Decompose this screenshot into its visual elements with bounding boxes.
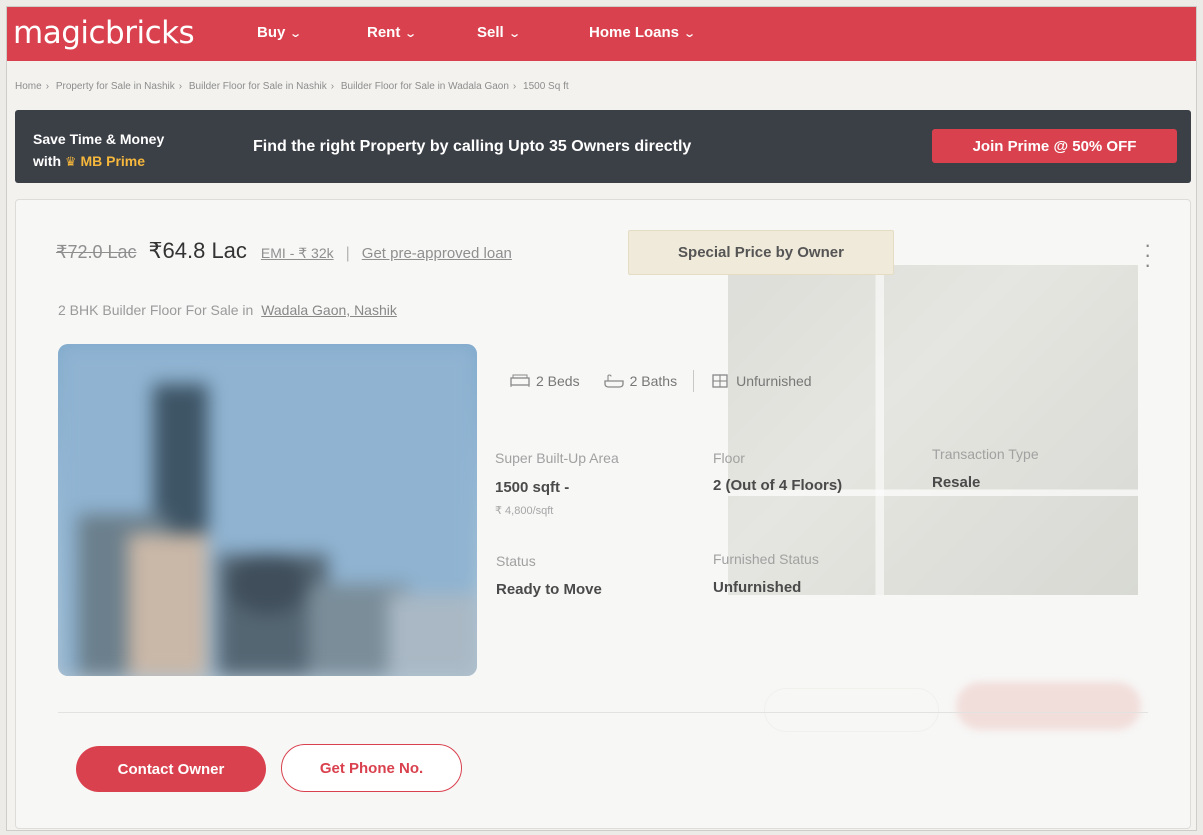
top-navigation: magicbricks Buy ⌄ Rent ⌄ Sell ⌄ Home Loa… [7,7,1196,61]
browser-viewport: magicbricks Buy ⌄ Rent ⌄ Sell ⌄ Home Loa… [6,6,1197,831]
breadcrumb-separator: › [45,81,50,92]
background-photo [728,265,1138,595]
transaction-value: Resale [932,474,981,491]
furnishing-label: Unfurnished [736,373,812,389]
transaction-label: Transaction Type [932,446,1039,462]
breadcrumb: Home › Property for Sale in Nashik › Build… [15,81,915,92]
property-type: 2 BHK Builder Floor For Sale in [58,302,254,318]
nav-sell-label: Sell [477,24,504,41]
chevron-down-icon: ⌄ [507,28,521,40]
chevron-down-icon: ⌄ [683,28,697,40]
breadcrumb-item[interactable]: Builder Floor for Sale in Wadala Gaon [341,81,509,92]
current-price: ₹64.8 Lac [148,238,247,263]
blurred-secondary-button [764,688,939,732]
furnishing-icon [712,374,728,388]
price-separator: | [345,245,350,262]
baths-label: 2 Baths [629,373,678,389]
furnished-status-label: Furnished Status [713,551,819,567]
blurred-primary-button [956,682,1141,730]
locality-link[interactable]: Wadala Gaon, Nashik [261,302,397,318]
property-photo[interactable] [58,344,477,676]
prime-tagline-line2: with ♛ MB Prime [33,150,164,173]
nav-rent[interactable]: Rent ⌄ [367,24,418,41]
card-divider [58,712,1148,713]
floor-label: Floor [713,450,745,466]
prime-brand: MB Prime [80,153,146,169]
beds-info: 2 Beds [510,373,580,389]
amenity-divider [693,370,695,392]
prime-message: Find the right Property by calling Upto … [253,138,692,155]
get-phone-button[interactable]: Get Phone No. [281,744,462,792]
baths-info: 2 Baths [603,373,678,389]
crown-icon: ♛ [64,154,77,169]
special-price-badge: Special Price by Owner [628,230,894,275]
more-options-icon[interactable]: · · · [1144,234,1151,276]
status-label: Status [496,553,536,569]
prime-banner: Save Time & Money with ♛ MB Prime Find t… [15,110,1191,183]
prime-tagline-line1: Save Time & Money [33,131,165,147]
nav-sell[interactable]: Sell ⌄ [477,24,521,41]
floor-value: 2 (Out of 4 Floors) [713,477,843,494]
property-title: 2 BHK Builder Floor For Sale in Wadala G… [58,302,397,318]
join-prime-button[interactable]: Join Prime @ 50% OFF [932,129,1177,163]
breadcrumb-item[interactable]: Property for Sale in Nashik [56,81,175,92]
chevron-down-icon: ⌄ [404,28,418,40]
emi-link[interactable]: EMI - ₹ 32k [261,245,334,262]
nav-buy-label: Buy [257,24,286,41]
chevron-down-icon: ⌄ [289,28,303,40]
breadcrumb-item[interactable]: Builder Floor for Sale in Nashik [189,81,327,92]
pre-approved-loan-link[interactable]: Get pre-approved loan [362,245,512,262]
area-rate: ₹ 4,800/sqft [495,505,554,517]
nav-rent-label: Rent [367,24,401,41]
breadcrumb-item: 1500 Sq ft [523,81,569,92]
breadcrumb-separator: › [330,81,335,92]
prime-tagline: Save Time & Money with ♛ MB Prime [33,128,164,173]
magicbricks-logo[interactable]: magicbricks [13,15,195,51]
property-card[interactable]: ₹72.0 Lac ₹64.8 Lac EMI - ₹ 32k | Get pr… [15,199,1191,829]
furnishing-info: Unfurnished [710,373,812,389]
contact-owner-button[interactable]: Contact Owner [76,746,266,792]
nav-buy[interactable]: Buy ⌄ [257,24,303,41]
prime-with: with [33,153,61,169]
breadcrumb-item[interactable]: Home [15,81,42,92]
bathtub-icon [603,374,624,388]
furnished-status-value: Unfurnished [713,579,802,596]
nav-home-loans-label: Home Loans [589,24,680,41]
nav-home-loans[interactable]: Home Loans ⌄ [589,24,697,41]
breadcrumb-separator: › [178,81,183,92]
area-label: Super Built-Up Area [495,450,619,466]
area-value: 1500 sqft - [495,479,570,496]
amenities-row: 2 Beds 2 Baths Unfurnished [510,370,836,392]
status-value: Ready to Move [496,581,602,598]
old-price: ₹72.0 Lac [56,242,137,262]
bed-icon [510,374,530,387]
price-row: ₹72.0 Lac ₹64.8 Lac EMI - ₹ 32k | Get pr… [56,238,512,264]
breadcrumb-separator: › [512,81,517,92]
beds-label: 2 Beds [536,373,580,389]
photo-blur [58,344,477,676]
